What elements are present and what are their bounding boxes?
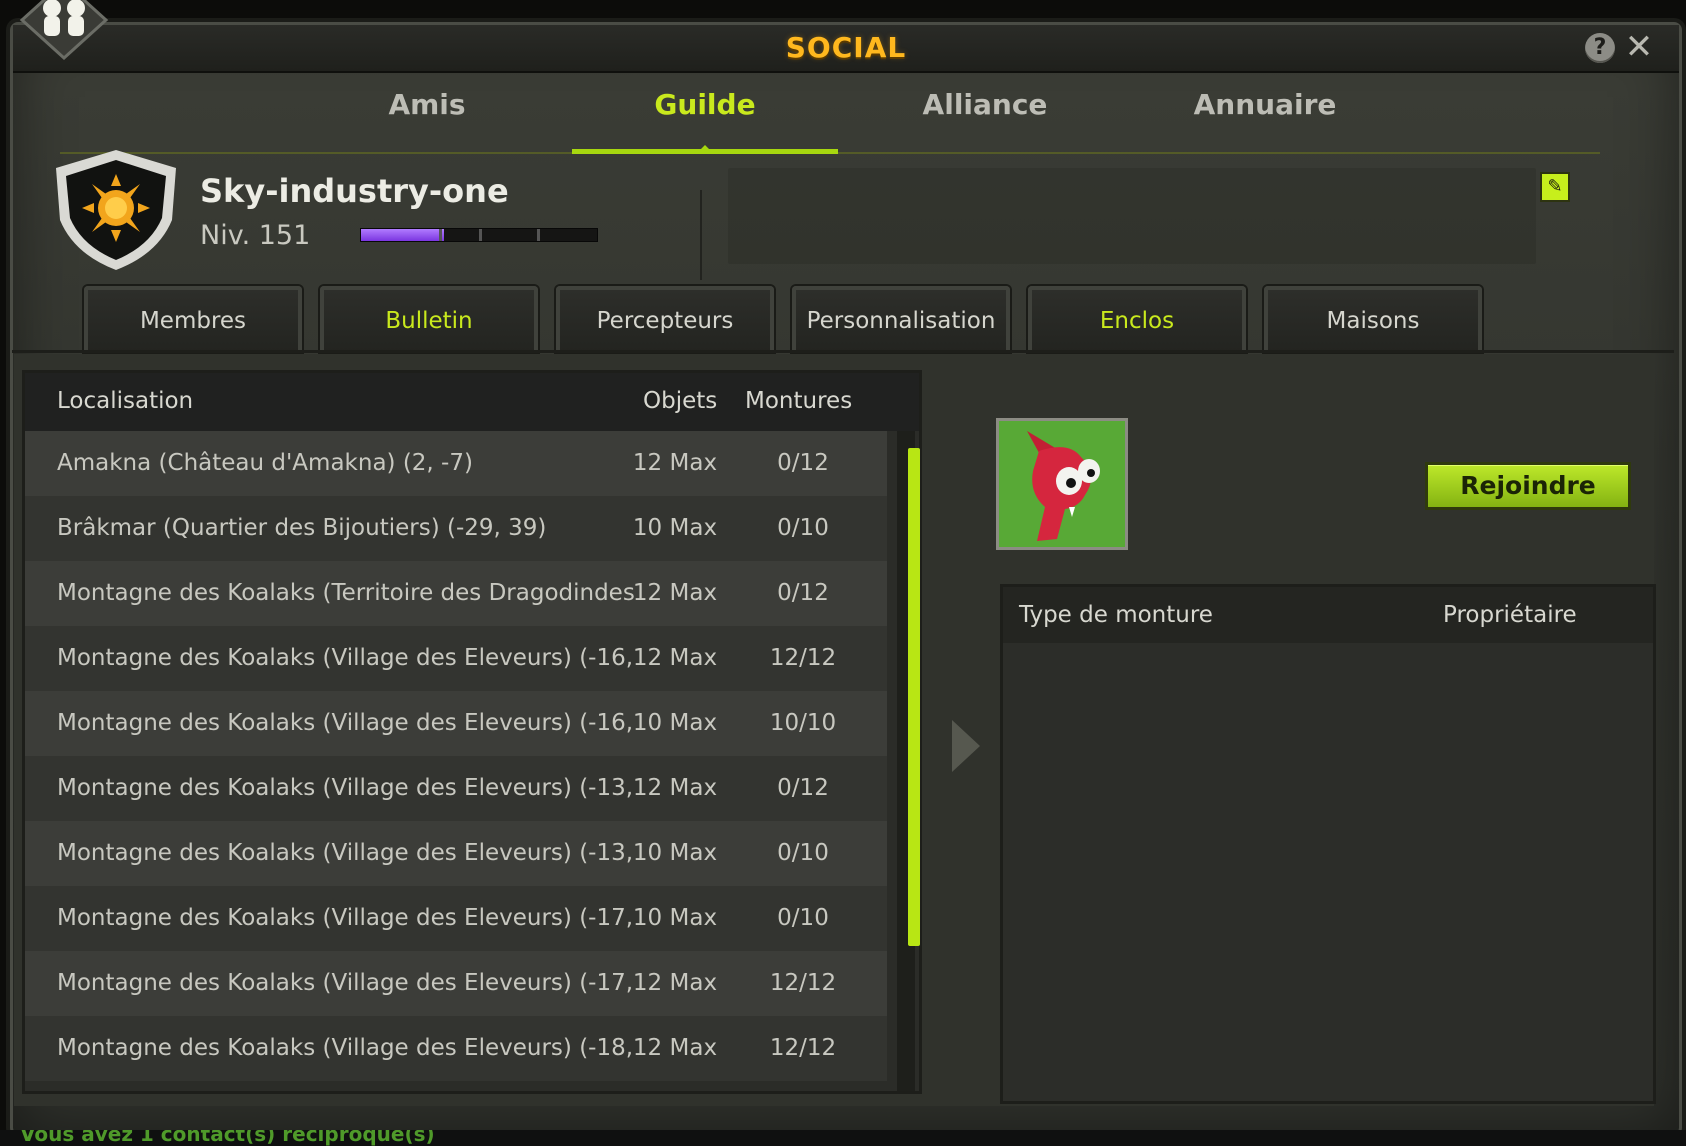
- table-row[interactable]: Montagne des Koalaks (Village des Eleveu…: [25, 626, 887, 691]
- row-objects: 12 Max: [632, 1035, 718, 1061]
- tab-guilde[interactable]: Guilde: [572, 68, 838, 154]
- subtab-divider: [12, 350, 1674, 353]
- row-location: Montagne des Koalaks (Village des Eleveu…: [57, 645, 637, 671]
- row-objects: 12 Max: [632, 970, 718, 996]
- table-row[interactable]: Montagne des Koalaks (Village des Eleveu…: [25, 821, 887, 886]
- join-button[interactable]: Rejoindre: [1425, 462, 1631, 510]
- enclos-table: Localisation Objets Montures Amakna (Châ…: [22, 370, 922, 1094]
- subtab-enclos[interactable]: Enclos: [1028, 286, 1246, 352]
- row-location: Montagne des Koalaks (Village des Eleveu…: [57, 710, 637, 736]
- subtab-personnalisation[interactable]: Personnalisation: [792, 286, 1010, 352]
- xp-tick: [439, 229, 442, 241]
- column-header-location[interactable]: Localisation: [57, 373, 193, 429]
- column-header-mounts[interactable]: Montures: [745, 373, 852, 429]
- header-divider: [700, 190, 702, 280]
- row-location: Montagne des Koalaks (Village des Eleveu…: [57, 840, 637, 866]
- row-mounts: 0/12: [777, 775, 829, 801]
- row-objects: 10 Max: [632, 840, 718, 866]
- guild-xp-fill: [361, 229, 444, 241]
- row-objects: 10 Max: [632, 515, 718, 541]
- column-header-mount-type[interactable]: Type de monture: [1019, 587, 1213, 643]
- row-mounts: 0/12: [777, 580, 829, 606]
- chat-strip: Vous avez 1 contact(s) réciproque(s): [0, 1130, 1686, 1146]
- guild-description-box: [728, 168, 1536, 264]
- row-location: Brâkmar (Quartier des Bijoutiers) (-29, …: [57, 515, 547, 541]
- table-row[interactable]: Montagne des Koalaks (Village des Eleveu…: [25, 1016, 887, 1081]
- chat-message: Vous avez 1 contact(s) réciproque(s): [20, 1130, 435, 1146]
- row-mounts: 12/12: [769, 1035, 837, 1061]
- row-location: Montagne des Koalaks (Village des Eleveu…: [57, 1035, 637, 1061]
- row-mounts: 10/10: [769, 710, 837, 736]
- social-emblem-icon: [19, 0, 109, 60]
- tab-annuaire[interactable]: Annuaire: [1132, 68, 1398, 142]
- tab-alliance[interactable]: Alliance: [852, 68, 1118, 142]
- mount-table-header: Type de monture Propriétaire: [1003, 587, 1653, 643]
- scrollbar-thumb[interactable]: [908, 448, 920, 946]
- row-objects: 12 Max: [632, 580, 718, 606]
- row-objects: 12 Max: [632, 775, 718, 801]
- dragoturkey-icon: [999, 421, 1125, 547]
- guild-xp-bar: [360, 228, 598, 242]
- arrow-right-icon: [952, 720, 980, 772]
- row-mounts: 0/10: [777, 905, 829, 931]
- subtab-percepteurs[interactable]: Percepteurs: [556, 286, 774, 352]
- row-mounts: 12/12: [769, 645, 837, 671]
- enclos-table-header: Localisation Objets Montures: [25, 373, 919, 431]
- row-location: Montagne des Koalaks (Village des Eleveu…: [57, 970, 637, 996]
- table-row[interactable]: Montagne des Koalaks (Village des Eleveu…: [25, 756, 887, 821]
- table-row[interactable]: Montagne des Koalaks (Territoire des Dra…: [25, 561, 887, 626]
- guild-level: Niv. 151: [200, 220, 311, 251]
- main-tabs: Amis Guilde Alliance Annuaire: [60, 58, 1600, 154]
- row-objects: 12 Max: [632, 450, 718, 476]
- column-header-owner[interactable]: Propriétaire: [1443, 587, 1577, 643]
- xp-tick: [479, 229, 482, 241]
- guild-name: Sky-industry-one: [200, 172, 509, 210]
- row-location: Montagne des Koalaks (Village des Eleveu…: [57, 905, 637, 931]
- mount-table: Type de monture Propriétaire: [1000, 584, 1656, 1104]
- row-location: Montagne des Koalaks (Territoire des Dra…: [57, 580, 637, 606]
- column-header-objects[interactable]: Objets: [643, 373, 717, 429]
- row-objects: 10 Max: [632, 710, 718, 736]
- tab-amis[interactable]: Amis: [294, 68, 560, 142]
- mount-portrait: [996, 418, 1128, 550]
- table-row[interactable]: Brâkmar (Quartier des Bijoutiers) (-29, …: [25, 496, 887, 561]
- xp-tick: [537, 229, 540, 241]
- subtab-maisons[interactable]: Maisons: [1264, 286, 1482, 352]
- sun-shield-icon: [56, 150, 176, 270]
- table-row[interactable]: Amakna (Château d'Amakna) (2, -7) 12 Max…: [25, 431, 887, 496]
- table-row[interactable]: Montagne des Koalaks (Village des Eleveu…: [25, 951, 887, 1016]
- close-icon[interactable]: ✕: [1623, 30, 1655, 64]
- row-mounts: 12/12: [769, 970, 837, 996]
- row-objects: 12 Max: [632, 645, 718, 671]
- table-row[interactable]: Montagne des Koalaks (Village des Eleveu…: [25, 886, 887, 951]
- subtab-bulletin[interactable]: Bulletin: [320, 286, 538, 352]
- row-objects: 10 Max: [632, 905, 718, 931]
- row-location: Amakna (Château d'Amakna) (2, -7): [57, 450, 473, 476]
- pencil-icon[interactable]: ✎: [1540, 172, 1570, 202]
- row-location: Montagne des Koalaks (Village des Eleveu…: [57, 775, 637, 801]
- subtab-membres[interactable]: Membres: [84, 286, 302, 352]
- enclos-rows: Amakna (Château d'Amakna) (2, -7) 12 Max…: [25, 431, 887, 1081]
- table-row[interactable]: Montagne des Koalaks (Village des Eleveu…: [25, 691, 887, 756]
- row-mounts: 0/10: [777, 515, 829, 541]
- row-mounts: 0/10: [777, 840, 829, 866]
- row-mounts: 0/12: [777, 450, 829, 476]
